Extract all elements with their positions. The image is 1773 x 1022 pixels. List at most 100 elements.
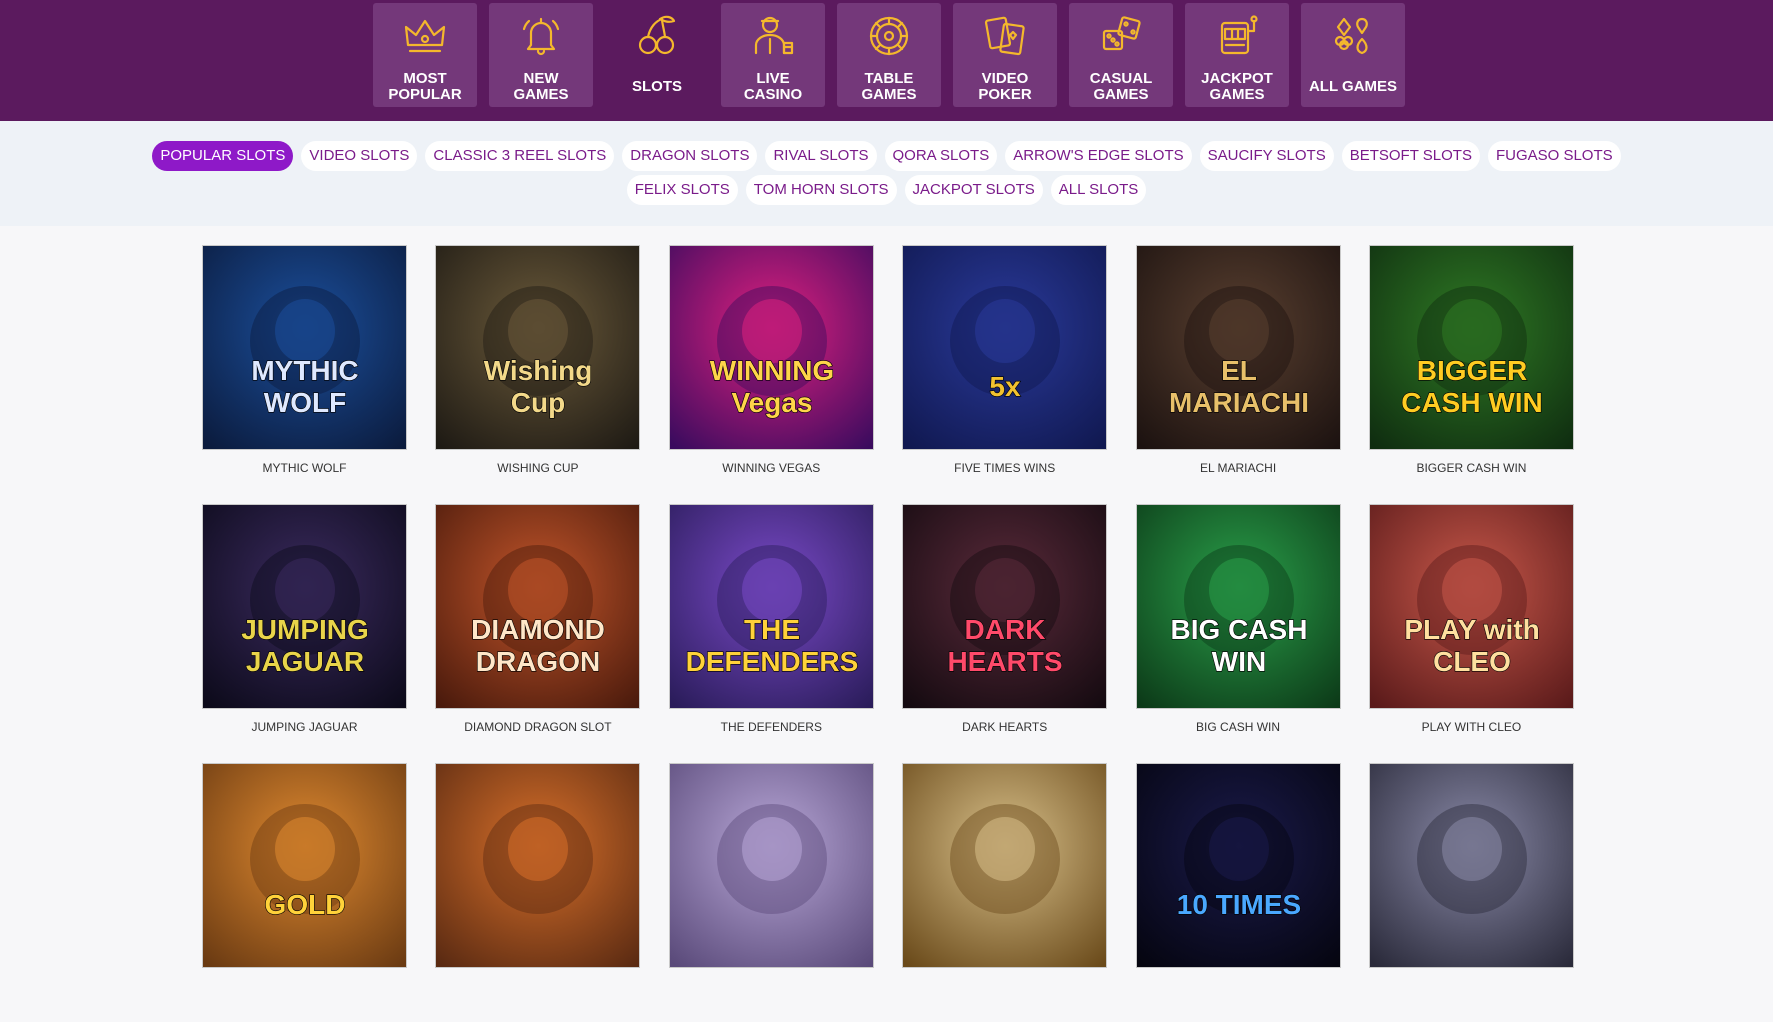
category-table-games[interactable]: TABLE GAMES [837, 3, 941, 107]
subnav-fugaso-slots[interactable]: FUGASO SLOTS [1487, 141, 1621, 171]
category-label: NEW GAMES [513, 70, 569, 103]
subnav-saucify-slots[interactable]: SAUCIFY SLOTS [1199, 141, 1334, 171]
category-label: VIDEO POKER [978, 70, 1032, 103]
game-art: BIGGERCASH WIN [1369, 246, 1573, 449]
svg-text:GOLD: GOLD [265, 889, 346, 920]
svg-text:CLEO: CLEO [1433, 646, 1511, 677]
subnav-popular-slots[interactable]: POPULAR SLOTS [152, 141, 294, 171]
game-title[interactable]: DIAMOND DRAGON SLOT [435, 720, 640, 734]
game-tile[interactable]: Wishing Cup WISHING CUP [435, 245, 641, 504]
game-art: WishingCup [436, 246, 640, 449]
crown-icon [404, 19, 446, 53]
game-tile[interactable]: BIG CASH WIN BIG CASH WIN [1135, 504, 1341, 763]
game-tile[interactable]: THE DEFENDERS THE DEFENDERS [668, 504, 874, 763]
game-thumbnail[interactable]: Wishing Cup [435, 245, 641, 450]
game-thumbnail[interactable]: THE DEFENDERS [668, 504, 874, 709]
game-tile[interactable]: EL MARIACHI EL MARIACHI [1135, 245, 1341, 504]
game-tile[interactable] [668, 763, 874, 1022]
category-label: LIVE CASINO [743, 70, 803, 103]
game-title[interactable]: THE DEFENDERS [669, 720, 874, 734]
category-live-casino[interactable]: LIVE CASINO [721, 3, 825, 107]
game-tile[interactable]: 5x FIVE TIMES WINS [902, 245, 1108, 504]
cherries-icon [638, 15, 676, 55]
game-thumbnail[interactable]: BIG CASH WIN [1135, 504, 1341, 709]
subnav-tom-horn-slots[interactable]: TOM HORN SLOTS [745, 175, 897, 205]
game-tile[interactable]: 10 TIMES [1135, 763, 1341, 1022]
game-tile[interactable] [902, 763, 1108, 1022]
category-label: CASUAL GAMES [1089, 70, 1153, 103]
svg-text:BIGGER: BIGGER [1417, 355, 1527, 386]
game-tile[interactable]: DIAMOND DRAGON DIAMOND DRAGON SLOT [435, 504, 641, 763]
playing-cards-icon [984, 16, 1025, 56]
game-tile[interactable]: DARK HEARTS DARK HEARTS [902, 504, 1108, 763]
game-title[interactable]: WISHING CUP [435, 461, 640, 475]
game-thumbnail[interactable] [1368, 763, 1574, 968]
game-art: 10 TIMES [1136, 764, 1340, 967]
subnav-rival-slots[interactable]: RIVAL SLOTS [765, 141, 877, 171]
game-title[interactable]: FIVE TIMES WINS [902, 461, 1107, 475]
game-thumbnail[interactable]: GOLD [202, 763, 407, 968]
subnav-all-slots[interactable]: ALL SLOTS [1050, 175, 1147, 205]
subnav-jackpot-slots[interactable]: JACKPOT SLOTS [904, 175, 1043, 205]
svg-text:Cup: Cup [511, 387, 565, 418]
category-bar: MOST POPULAR NEW GAMES SLOTS LIVE CASINO TAB… [0, 0, 1773, 121]
game-art [903, 764, 1107, 967]
game-thumbnail[interactable] [902, 763, 1108, 968]
game-thumbnail[interactable]: WINNING Vegas [668, 245, 874, 450]
game-thumbnail[interactable] [668, 763, 874, 968]
game-tile[interactable]: MYTHIC WOLF MYTHIC WOLF [202, 245, 407, 504]
svg-text:HEARTS: HEARTS [948, 646, 1063, 677]
game-thumbnail[interactable]: DARK HEARTS [902, 504, 1108, 709]
subnav-qora-slots[interactable]: QORA SLOTS [884, 141, 998, 171]
category-casual-games[interactable]: CASUAL GAMES [1069, 3, 1173, 107]
category-jackpot-games[interactable]: JACKPOT GAMES [1185, 3, 1289, 107]
game-title[interactable]: EL MARIACHI [1136, 461, 1341, 475]
svg-text:DRAGON: DRAGON [476, 646, 600, 677]
game-title[interactable]: WINNING VEGAS [669, 461, 874, 475]
game-art: BIG CASHWIN [1136, 505, 1340, 708]
game-thumbnail[interactable]: DIAMOND DRAGON [435, 504, 641, 709]
slots-subnav: POPULAR SLOTS VIDEO SLOTS CLASSIC 3 REEL S… [0, 121, 1773, 226]
game-art: MYTHICWOLF [203, 246, 406, 449]
subnav-dragon-slots[interactable]: DRAGON SLOTS [622, 141, 758, 171]
game-thumbnail[interactable]: JUMPING JAGUAR [202, 504, 407, 709]
game-title[interactable]: MYTHIC WOLF [202, 461, 407, 475]
svg-text:MARIACHI: MARIACHI [1169, 387, 1309, 418]
game-tile[interactable]: JUMPING JAGUAR JUMPING JAGUAR [202, 504, 407, 763]
game-thumbnail[interactable]: EL MARIACHI [1135, 245, 1341, 450]
game-tile[interactable] [435, 763, 641, 1022]
game-title[interactable]: BIGGER CASH WIN [1369, 461, 1574, 475]
subnav-video-slots[interactable]: VIDEO SLOTS [301, 141, 418, 171]
slot-machine-icon [1220, 15, 1258, 55]
subnav-arrow-s-edge-slots[interactable]: ARROW'S EDGE SLOTS [1005, 141, 1192, 171]
game-tile[interactable]: WINNING Vegas WINNING VEGAS [668, 245, 874, 504]
category-slots[interactable]: SLOTS [605, 3, 709, 107]
game-tile[interactable]: PLAY with CLEO PLAY WITH CLEO [1368, 504, 1574, 763]
game-tile[interactable]: BIGGER CASH WIN BIGGER CASH WIN [1368, 245, 1574, 504]
game-title[interactable]: PLAY WITH CLEO [1369, 720, 1574, 734]
category-label: MOST POPULAR [388, 70, 462, 103]
category-new-games[interactable]: NEW GAMES [489, 3, 593, 107]
category-most-popular[interactable]: MOST POPULAR [373, 3, 477, 107]
category-all-games[interactable]: ALL GAMES [1301, 3, 1405, 107]
game-title[interactable]: BIG CASH WIN [1136, 720, 1341, 734]
game-thumbnail[interactable] [435, 763, 641, 968]
game-thumbnail[interactable]: 5x [902, 245, 1108, 450]
game-grid: MYTHIC WOLF MYTHIC WOLF Wishing Cup WISHING C… [202, 245, 1574, 1022]
game-title[interactable]: JUMPING JAGUAR [202, 720, 407, 734]
game-art: DARKHEARTS [903, 505, 1107, 708]
svg-text:10 TIMES: 10 TIMES [1176, 889, 1300, 920]
game-thumbnail[interactable]: PLAY with CLEO [1368, 504, 1574, 709]
game-thumbnail[interactable]: MYTHIC WOLF [202, 245, 407, 450]
game-thumbnail[interactable]: 10 TIMES [1135, 763, 1341, 968]
game-thumbnail[interactable]: BIGGER CASH WIN [1368, 245, 1574, 450]
game-tile[interactable]: GOLD [202, 763, 407, 1022]
game-art [436, 764, 640, 967]
category-video-poker[interactable]: VIDEO POKER [953, 3, 1057, 107]
subnav-felix-slots[interactable]: FELIX SLOTS [626, 175, 738, 205]
game-tile[interactable] [1368, 763, 1574, 1022]
subnav-betsoft-slots[interactable]: BETSOFT SLOTS [1341, 141, 1480, 171]
subnav-classic-3-reel-slots[interactable]: CLASSIC 3 REEL SLOTS [425, 141, 615, 171]
game-art: THEDEFENDERS [669, 505, 873, 708]
game-title[interactable]: DARK HEARTS [902, 720, 1107, 734]
